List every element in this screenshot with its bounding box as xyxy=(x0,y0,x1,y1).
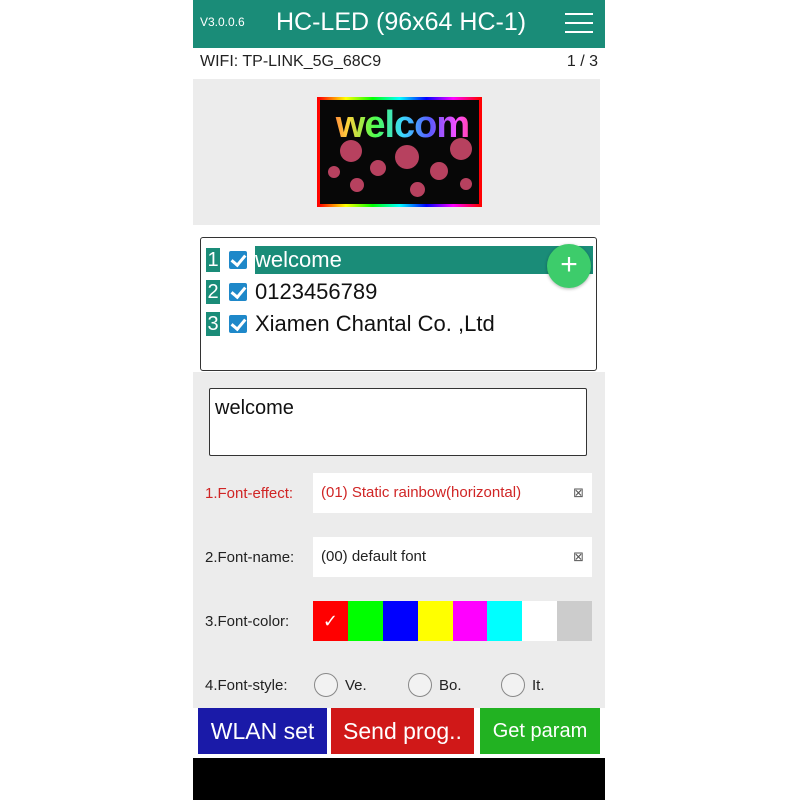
item-label: welcome xyxy=(255,246,593,274)
program-text-input[interactable]: welcome xyxy=(209,388,587,456)
color-swatch[interactable] xyxy=(557,601,592,641)
send-program-button[interactable]: Send prog.. xyxy=(331,708,474,754)
wlan-set-button[interactable]: WLAN set xyxy=(198,708,327,754)
font-name-label: 2.Font-name: xyxy=(205,549,295,566)
radio-label-bold: Bo. xyxy=(439,677,462,694)
wifi-status: WIFI: TP-LINK_5G_68C9 xyxy=(200,53,382,70)
item-checkbox[interactable] xyxy=(229,251,247,269)
app-title: HC-LED (96x64 HC-1) xyxy=(276,8,527,36)
led-preview-text: welcom xyxy=(320,104,479,147)
radio-label-vertical: Ve. xyxy=(345,677,367,694)
font-effect-select[interactable]: (01) Static rainbow(horizontal) ⊠ xyxy=(313,473,592,513)
font-color-swatches: ✓ xyxy=(313,601,592,641)
list-item[interactable]: 1 welcome xyxy=(206,246,593,274)
font-style-label: 4.Font-style: xyxy=(205,677,288,694)
list-item[interactable]: 3 Xiamen Chantal Co. ,Ltd xyxy=(206,310,591,338)
program-list: 1 welcome 2 0123456789 3 Xiamen Chantal … xyxy=(200,237,597,371)
item-number: 3 xyxy=(206,312,220,336)
item-label: 0123456789 xyxy=(255,279,378,304)
app-bar: V3.0.0.6 HC-LED (96x64 HC-1) xyxy=(193,0,605,48)
app-version: V3.0.0.6 xyxy=(200,15,245,29)
font-effect-value: (01) Static rainbow(horizontal) xyxy=(321,484,522,501)
color-swatch[interactable]: ✓ xyxy=(313,601,348,641)
list-item[interactable]: 2 0123456789 xyxy=(206,278,591,306)
item-label: Xiamen Chantal Co. ,Ltd xyxy=(255,311,495,336)
dropdown-icon: ⊠ xyxy=(573,485,584,500)
font-name-select[interactable]: (00) default font ⊠ xyxy=(313,537,592,577)
settings-panel: welcome 1.Font-effect: (01) Static rainb… xyxy=(193,372,605,708)
color-swatch[interactable] xyxy=(347,601,383,641)
color-swatch[interactable] xyxy=(522,601,558,641)
radio-label-italic: It. xyxy=(532,677,545,694)
hamburger-menu-icon[interactable] xyxy=(565,11,593,35)
led-preview-panel: welcom xyxy=(193,79,600,225)
font-color-label: 3.Font-color: xyxy=(205,613,290,630)
item-checkbox[interactable] xyxy=(229,283,247,301)
color-swatch[interactable] xyxy=(487,601,523,641)
phone-screen: V3.0.0.6 HC-LED (96x64 HC-1) WIFI: TP-LI… xyxy=(193,0,605,800)
color-swatch[interactable] xyxy=(417,601,453,641)
color-swatch[interactable] xyxy=(382,601,418,641)
font-effect-label: 1.Font-effect: xyxy=(205,485,294,502)
navigation-bar xyxy=(193,758,605,800)
led-preview: welcom xyxy=(317,97,482,207)
radio-italic[interactable] xyxy=(501,673,525,697)
dropdown-icon: ⊠ xyxy=(573,549,584,564)
get-param-button[interactable]: Get param xyxy=(480,708,600,754)
add-program-button[interactable]: + xyxy=(547,244,591,288)
add-icon: + xyxy=(560,248,578,281)
item-number: 2 xyxy=(206,280,220,304)
color-swatch[interactable] xyxy=(452,601,488,641)
radio-bold[interactable] xyxy=(408,673,432,697)
page-indicator: 1 / 3 xyxy=(566,53,598,70)
font-name-value: (00) default font xyxy=(321,548,427,565)
item-checkbox[interactable] xyxy=(229,315,247,333)
status-row: WIFI: TP-LINK_5G_68C9 1 / 3 xyxy=(193,50,605,76)
radio-vertical[interactable] xyxy=(314,673,338,697)
item-number: 1 xyxy=(206,248,220,272)
